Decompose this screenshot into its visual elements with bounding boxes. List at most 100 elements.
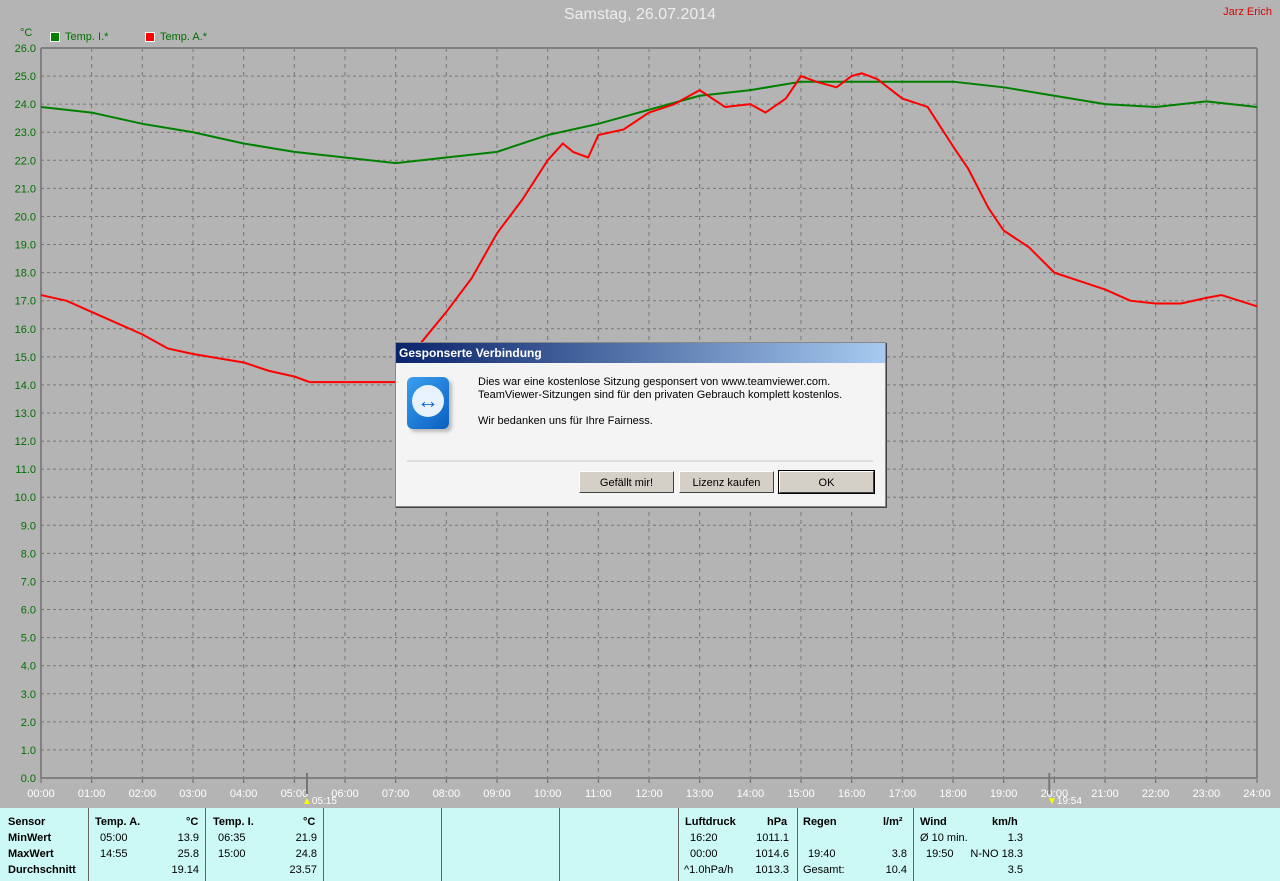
rain-header: Regen xyxy=(803,816,837,828)
x-tick-label: 02:00 xyxy=(129,788,157,800)
legend-swatch xyxy=(50,32,60,42)
rain-max-time: 19:40 xyxy=(808,848,836,860)
wind-max-time: 19:50 xyxy=(926,848,954,860)
wind-avg-label: Ø 10 min. xyxy=(920,832,968,844)
y-tick-label: 26.0 xyxy=(15,43,36,55)
x-tick-label: 11:00 xyxy=(585,788,612,800)
dialog-title[interactable]: Gesponserte Verbindung xyxy=(396,343,885,363)
wind-daily-avg: 3.5 xyxy=(1007,864,1023,876)
x-tick-label: 01:00 xyxy=(78,788,106,800)
rain-max: 3.8 xyxy=(891,848,907,860)
y-tick-label: 18.0 xyxy=(15,268,36,280)
x-tick-label: 18:00 xyxy=(939,788,967,800)
row-max: MaxWert xyxy=(8,848,54,860)
pressure-trend: ^1.0hPa/h xyxy=(684,864,734,876)
dialog-separator xyxy=(407,460,873,462)
y-tick-label: 20.0 xyxy=(15,211,36,223)
x-tick-label: 14:00 xyxy=(737,788,765,800)
wind-avg: 1.3 xyxy=(1007,832,1023,844)
x-tick-label: 12:00 xyxy=(635,788,663,800)
y-tick-label: 15.0 xyxy=(15,352,36,364)
rain-total-label: Gesamt: xyxy=(803,864,845,876)
temp-a-avg: 19.14 xyxy=(171,864,199,876)
pressure-unit: hPa xyxy=(767,816,788,828)
legend-label: Temp. I.* xyxy=(65,31,109,43)
pressure-min-time: 16:20 xyxy=(690,832,718,844)
y-tick-label: 12.0 xyxy=(15,436,36,448)
x-tick-label: 08:00 xyxy=(433,788,461,800)
y-tick-label: 21.0 xyxy=(15,183,36,195)
sunset-time: 19:54 xyxy=(1056,796,1082,807)
temp-a-max: 25.8 xyxy=(177,848,199,860)
y-tick-label: 24.0 xyxy=(15,99,36,111)
temp-i-max: 24.8 xyxy=(295,848,317,860)
wind-unit: km/h xyxy=(992,816,1018,828)
pressure-header: Luftdruck xyxy=(685,816,736,828)
sunrise-time: 05:15 xyxy=(311,796,337,807)
temp-a-unit: °C xyxy=(186,816,199,828)
x-tick-label: 16:00 xyxy=(838,788,866,800)
x-tick-label: 09:00 xyxy=(483,788,511,800)
x-tick-label: 04:00 xyxy=(230,788,258,800)
x-tick-label: 13:00 xyxy=(686,788,714,800)
dialog-line: TeamViewer-Sitzungen sind für den privat… xyxy=(478,389,843,401)
legend-label: Temp. A.* xyxy=(160,31,208,43)
legend-temp-a: Temp. A.* xyxy=(145,31,207,43)
temp-i-min-time: 06:35 xyxy=(218,832,246,844)
temp-i-avg: 23.57 xyxy=(289,864,317,876)
y-tick-label: 0.0 xyxy=(21,773,36,785)
y-tick-label: 23.0 xyxy=(15,127,36,139)
x-tick-label: 23:00 xyxy=(1193,788,1221,800)
y-tick-label: 10.0 xyxy=(15,492,36,504)
temp-i-min: 21.9 xyxy=(295,832,317,844)
y-tick-label: 7.0 xyxy=(21,576,36,588)
rain-unit: l/m² xyxy=(883,816,903,828)
dialog-line: Dies war eine kostenlose Sitzung gespons… xyxy=(478,376,831,388)
wind-header: Wind xyxy=(920,816,947,828)
y-tick-label: 1.0 xyxy=(21,745,36,757)
pressure-min: 1011.1 xyxy=(756,832,789,844)
temp-a-max-time: 14:55 xyxy=(100,848,128,860)
temp-i-unit: °C xyxy=(303,816,316,828)
y-tick-label: 6.0 xyxy=(21,605,36,617)
sunrise-marker: ▲05:15 xyxy=(302,796,337,807)
sensor-header: Sensor xyxy=(8,816,46,828)
pressure-avg: 1013.3 xyxy=(755,864,789,876)
teamviewer-logo-icon: ↔ xyxy=(407,377,449,429)
temp-a-min: 13.9 xyxy=(177,832,199,844)
y-tick-label: 25.0 xyxy=(15,71,36,83)
wind-max: N-NO 18.3 xyxy=(970,848,1023,860)
temp-a-header: Temp. A. xyxy=(95,816,141,828)
sunset-marker: ▼19:54 xyxy=(1047,796,1082,807)
x-tick-label: 10:00 xyxy=(534,788,562,800)
sponsored-session-dialog: Gesponserte Verbindung ↔ Dies war eine k… xyxy=(395,342,886,507)
x-tick-label: 21:00 xyxy=(1091,788,1119,800)
x-tick-label: 22:00 xyxy=(1142,788,1170,800)
y-axis-label: °C xyxy=(20,27,32,39)
x-tick-label: 07:00 xyxy=(382,788,410,800)
y-tick-label: 9.0 xyxy=(21,520,36,532)
ok-button[interactable]: OK xyxy=(778,470,875,494)
pressure-max: 1014.6 xyxy=(755,848,789,860)
x-tick-label: 24:00 xyxy=(1243,788,1271,800)
y-tick-label: 11.0 xyxy=(15,464,36,476)
y-tick-label: 19.0 xyxy=(15,240,36,252)
row-avg: Durchschnitt xyxy=(8,864,76,876)
sunset-icon: ▼ xyxy=(1047,796,1057,807)
y-tick-label: 13.0 xyxy=(15,408,36,420)
y-tick-label: 14.0 xyxy=(15,380,36,392)
temp-i-max-time: 15:00 xyxy=(218,848,246,860)
dialog-message: Dies war eine kostenlose Sitzung gespons… xyxy=(478,376,842,428)
dialog-line: Wir bedanken uns für Ihre Fairness. xyxy=(478,415,653,427)
y-tick-label: 3.0 xyxy=(21,689,36,701)
buy-license-button[interactable]: Lizenz kaufen xyxy=(679,471,774,493)
y-tick-label: 22.0 xyxy=(15,155,36,167)
like-button[interactable]: Gefällt mir! xyxy=(579,471,674,493)
temp-a-min-time: 05:00 xyxy=(100,832,128,844)
x-tick-label: 19:00 xyxy=(990,788,1018,800)
x-tick-label: 00:00 xyxy=(27,788,55,800)
y-tick-label: 4.0 xyxy=(21,661,36,673)
sunrise-icon: ▲ xyxy=(302,796,312,807)
y-tick-label: 8.0 xyxy=(21,548,36,560)
legend-swatch xyxy=(145,32,155,42)
